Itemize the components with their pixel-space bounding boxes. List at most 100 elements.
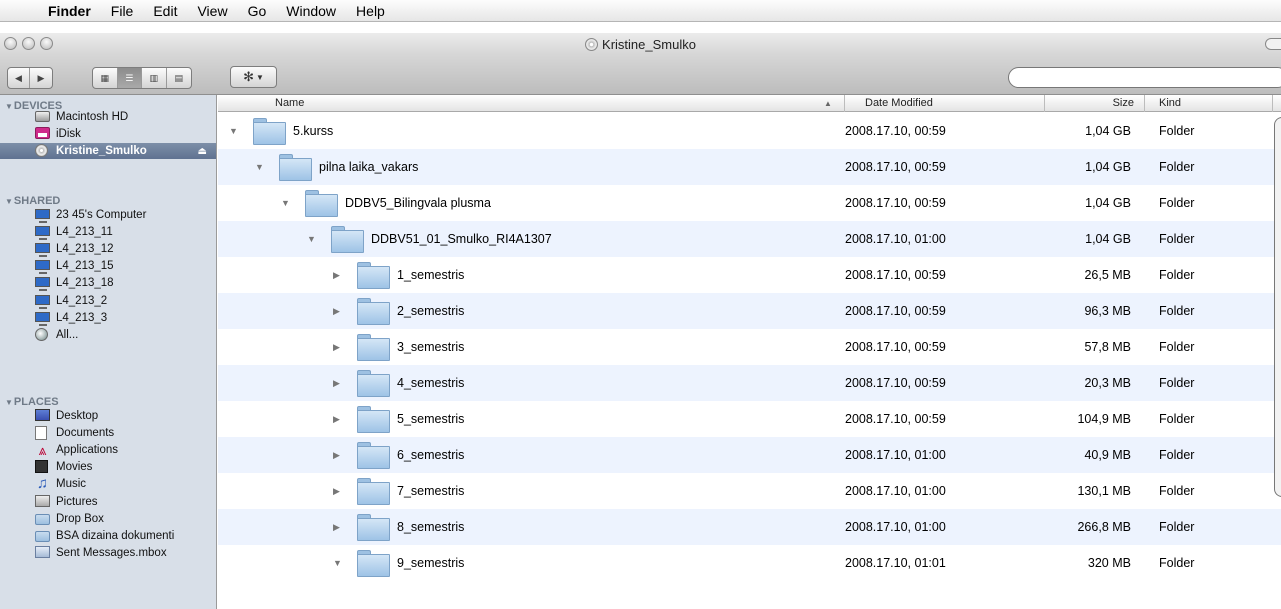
- file-row[interactable]: ▶ 4_semestris 2008.17.10, 00:59 20,3 MB Fold…: [218, 365, 1281, 401]
- file-row[interactable]: ▶ 2_semestris 2008.17.10, 00:59 96,3 MB Fold…: [218, 293, 1281, 329]
- column-view-button[interactable]: ▥: [142, 68, 167, 88]
- computer-icon: [35, 277, 50, 291]
- file-date-modified: 2008.17.10, 00:59: [845, 196, 946, 210]
- column-date-label: Date Modified: [865, 97, 933, 109]
- sidebar-item[interactable]: iDisk: [0, 126, 216, 142]
- folder-icon: [357, 478, 390, 505]
- sidebar-item[interactable]: Documents: [0, 425, 216, 441]
- file-date-modified: 2008.17.10, 00:59: [845, 268, 946, 282]
- sidebar-item[interactable]: 23 45's Computer: [0, 207, 216, 223]
- disclosure-expanded-icon[interactable]: ▼: [333, 558, 342, 568]
- icon-view-button[interactable]: ▦: [93, 68, 118, 88]
- file-row[interactable]: ▼ DDBV51_01_Smulko_RI4A1307 2008.17.10, 01…: [218, 221, 1281, 257]
- sidebar: ▼DEVICES Macintosh HD iDisk Kristine_Smulko…: [0, 95, 217, 609]
- back-button[interactable]: ◀: [8, 68, 30, 88]
- file-row[interactable]: ▶ 8_semestris 2008.17.10, 01:00 266,8 MB Fol…: [218, 509, 1281, 545]
- window-title-bar[interactable]: Kristine_Smulko: [0, 33, 1281, 55]
- disclosure-expanded-icon[interactable]: ▼: [255, 162, 264, 172]
- close-window-button[interactable]: [4, 37, 17, 50]
- sidebar-item[interactable]: ♫ Music: [0, 476, 216, 492]
- file-name: 8_semestris: [397, 520, 465, 534]
- disclosure-collapsed-icon[interactable]: ▶: [333, 522, 340, 533]
- column-header-size[interactable]: Size: [1045, 95, 1145, 112]
- file-size: 104,9 MB: [1077, 412, 1131, 426]
- sidebar-item[interactable]: Desktop: [0, 408, 216, 424]
- disclosure-collapsed-icon[interactable]: ▶: [333, 306, 340, 317]
- folder-icon: [35, 531, 50, 542]
- vertical-scrollbar[interactable]: [1274, 117, 1281, 497]
- sidebar-item[interactable]: BSA dizaina dokumenti: [0, 528, 216, 544]
- sidebar-item[interactable]: Drop Box: [0, 511, 216, 527]
- file-row[interactable]: ▶ 5_semestris 2008.17.10, 00:59 104,9 MB Fol…: [218, 401, 1281, 437]
- list-view-button[interactable]: ☰: [117, 68, 142, 88]
- toolbar-toggle-button[interactable]: [1265, 38, 1281, 50]
- minimize-window-button[interactable]: [22, 37, 35, 50]
- disclosure-collapsed-icon[interactable]: ▶: [333, 270, 340, 281]
- file-kind: Folder: [1159, 196, 1195, 210]
- column-header-date-modified[interactable]: Date Modified: [845, 95, 1045, 112]
- action-menu-button[interactable]: ✻ ▼: [230, 66, 277, 88]
- file-row[interactable]: ▶ 7_semestris 2008.17.10, 01:00 130,1 MB Fol…: [218, 473, 1281, 509]
- file-name: 9_semestris: [397, 556, 465, 570]
- file-kind: Folder: [1159, 484, 1195, 498]
- eject-icon[interactable]: ⏏: [198, 146, 207, 157]
- menu-edit[interactable]: Edit: [143, 3, 187, 19]
- file-size: 96,3 MB: [1084, 304, 1131, 318]
- sidebar-item[interactable]: L4_213_11: [0, 224, 216, 240]
- coverflow-view-button[interactable]: ▤: [167, 68, 191, 88]
- sidebar-item[interactable]: Pictures: [0, 494, 216, 510]
- menu-view[interactable]: View: [187, 3, 237, 19]
- sidebar-item-label: L4_213_2: [56, 295, 108, 307]
- sidebar-item[interactable]: L4_213_2: [0, 293, 216, 309]
- file-kind: Folder: [1159, 448, 1195, 462]
- disclosure-collapsed-icon[interactable]: ▶: [333, 486, 340, 497]
- menu-window[interactable]: Window: [276, 3, 346, 19]
- gear-icon: ✻: [243, 69, 254, 84]
- forward-button[interactable]: ▶: [30, 68, 52, 88]
- disclosure-triangle-icon[interactable]: ▼: [5, 197, 13, 206]
- sidebar-item[interactable]: Kristine_Smulko ⏏: [0, 143, 216, 159]
- sidebar-item[interactable]: Movies: [0, 459, 216, 475]
- file-row[interactable]: ▶ 1_semestris 2008.17.10, 00:59 26,5 MB Fold…: [218, 257, 1281, 293]
- file-row[interactable]: ▼ DDBV5_Bilingvala plusma 2008.17.10, 00:5…: [218, 185, 1281, 221]
- file-row[interactable]: ▼ 9_semestris 2008.17.10, 01:01 320 MB Folde…: [218, 545, 1281, 581]
- mbox-icon: [35, 546, 50, 558]
- disclosure-collapsed-icon[interactable]: ▶: [333, 378, 340, 389]
- sidebar-item[interactable]: L4_213_12: [0, 241, 216, 257]
- disclosure-collapsed-icon[interactable]: ▶: [333, 342, 340, 353]
- column-header-kind[interactable]: Kind: [1145, 95, 1273, 112]
- file-row[interactable]: ▶ 3_semestris 2008.17.10, 00:59 57,8 MB Fold…: [218, 329, 1281, 365]
- file-name: 4_semestris: [397, 376, 465, 390]
- sidebar-item[interactable]: L4_213_3: [0, 310, 216, 326]
- disclosure-collapsed-icon[interactable]: ▶: [333, 450, 340, 461]
- file-date-modified: 2008.17.10, 00:59: [845, 304, 946, 318]
- disclosure-expanded-icon[interactable]: ▼: [229, 126, 238, 136]
- sidebar-item[interactable]: ⩓ Applications: [0, 442, 216, 458]
- sidebar-item[interactable]: All...: [0, 327, 216, 343]
- column-header-name[interactable]: Name ▲: [218, 95, 845, 112]
- disclosure-triangle-icon[interactable]: ▼: [5, 398, 13, 407]
- file-name: 6_semestris: [397, 448, 465, 462]
- sidebar-item[interactable]: L4_213_18: [0, 275, 216, 291]
- sidebar-item[interactable]: L4_213_15: [0, 258, 216, 274]
- file-row[interactable]: ▼ 5.kurss 2008.17.10, 00:59 1,04 GB Folder: [218, 113, 1281, 149]
- sidebar-item[interactable]: Macintosh HD: [0, 109, 216, 125]
- file-row[interactable]: ▶ 6_semestris 2008.17.10, 01:00 40,9 MB Fold…: [218, 437, 1281, 473]
- menu-help[interactable]: Help: [346, 3, 395, 19]
- search-input[interactable]: [1008, 67, 1281, 88]
- menu-go[interactable]: Go: [238, 3, 277, 19]
- file-size: 1,04 GB: [1085, 160, 1131, 174]
- disclosure-expanded-icon[interactable]: ▼: [307, 234, 316, 244]
- disclosure-expanded-icon[interactable]: ▼: [281, 198, 290, 208]
- disclosure-collapsed-icon[interactable]: ▶: [333, 414, 340, 425]
- sidebar-item[interactable]: Sent Messages.mbox: [0, 545, 216, 561]
- cd-disc-icon: [585, 37, 599, 51]
- file-row[interactable]: ▼ pilna laika_vakars 2008.17.10, 00:59 1,04…: [218, 149, 1281, 185]
- menu-finder[interactable]: Finder: [46, 3, 101, 19]
- sidebar-item-label: Movies: [56, 461, 93, 473]
- file-date-modified: 2008.17.10, 00:59: [845, 160, 946, 174]
- menu-file[interactable]: File: [101, 3, 144, 19]
- zoom-window-button[interactable]: [40, 37, 53, 50]
- file-date-modified: 2008.17.10, 01:00: [845, 232, 946, 246]
- computer-icon: [35, 312, 50, 326]
